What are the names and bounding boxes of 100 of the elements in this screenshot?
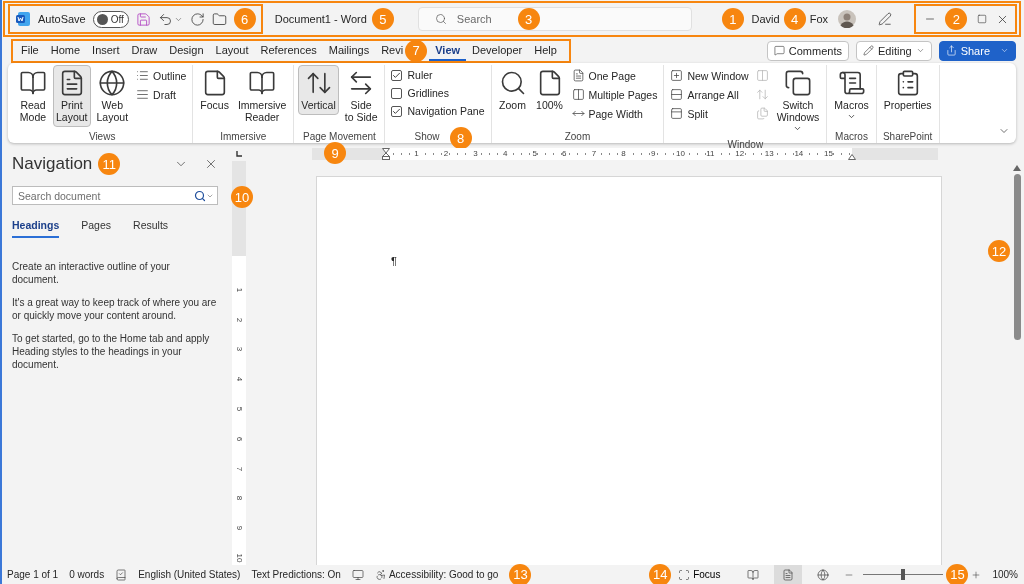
- ribbon-button[interactable]: Vertical: [298, 65, 339, 115]
- page-icon: [782, 568, 795, 581]
- search-field[interactable]: Search 3: [417, 7, 692, 31]
- checkbox[interactable]: [391, 87, 403, 99]
- search-field[interactable]: Search document: [12, 186, 218, 205]
- focus-button[interactable]: Focus: [678, 568, 721, 581]
- ribbon-tab[interactable]: Help: [528, 40, 563, 61]
- ruler-number: 5: [235, 406, 243, 412]
- word-count: 0 words: [69, 569, 105, 580]
- checkbox-label: Ruler: [407, 69, 433, 81]
- slider-thumb[interactable]: [901, 569, 906, 580]
- ribbon-tab[interactable]: Layout: [209, 40, 255, 61]
- ribbon-button[interactable]: Zoom: [495, 65, 530, 115]
- pane-tab[interactable]: Pages: [81, 219, 112, 238]
- zoom-in-button[interactable]: [971, 569, 982, 580]
- share-button[interactable]: Share: [938, 40, 1016, 61]
- ribbon-button[interactable]: Split: [668, 106, 751, 121]
- ruler-number: 1: [235, 287, 243, 292]
- pen-icon: [878, 12, 892, 26]
- comments-button[interactable]: Comments: [766, 40, 849, 61]
- pane-tab[interactable]: Headings: [12, 219, 60, 238]
- windows-icon: [784, 69, 812, 97]
- ribbon-button[interactable]: Draft: [134, 87, 189, 102]
- ribbon-button[interactable]: Side to Side: [341, 65, 381, 127]
- caret-icon: [847, 112, 856, 121]
- ribbon-button[interactable]: Page Width: [569, 106, 660, 121]
- ribbon-button[interactable]: Focus: [197, 65, 232, 115]
- ribbon-button[interactable]: New Window: [668, 68, 751, 83]
- callout-badge: 2: [945, 8, 968, 30]
- ribbon-button[interactable]: Read Mode: [16, 65, 50, 127]
- focus-icon: [678, 568, 691, 581]
- ribbon-tab[interactable]: File: [15, 40, 45, 61]
- pane-tab[interactable]: Results: [133, 219, 169, 238]
- redo-icon: [189, 11, 205, 27]
- comment-icon: [773, 45, 785, 56]
- scroll-arrows-icon: [755, 88, 769, 101]
- scrollbar-thumb[interactable]: [1013, 174, 1021, 340]
- maximize-button[interactable]: [976, 14, 987, 24]
- caret-icon: [793, 124, 803, 133]
- group-label: SharePoint: [882, 130, 933, 142]
- ruler-number: 10: [235, 553, 243, 563]
- view-button[interactable]: [774, 565, 803, 584]
- lines-icon: [136, 88, 150, 101]
- ribbon-button[interactable]: Switch Windows: [773, 65, 823, 139]
- two-pages-icon: [571, 88, 585, 101]
- ribbon-button[interactable]: Immersive Reader: [234, 65, 290, 127]
- group-label: Macros: [835, 130, 868, 142]
- ribbon-tab[interactable]: Developer: [466, 40, 529, 61]
- autosave-toggle[interactable]: Off: [92, 10, 129, 28]
- help-text: It's a great way to keep track of where you are or quickly move your content around.: [12, 296, 218, 322]
- accessibility-label: Accessibility: Good to go: [388, 569, 499, 580]
- folder-button[interactable]: [211, 11, 227, 27]
- ribbon-tab[interactable]: Insert: [86, 40, 126, 61]
- redo-button[interactable]: [189, 11, 205, 27]
- editing-button[interactable]: Editing: [856, 40, 932, 61]
- list-icon: [136, 69, 150, 82]
- zoom-percent: 100%: [992, 569, 1018, 580]
- indent-marker-icon[interactable]: [848, 153, 856, 160]
- callout-badge: 5: [371, 8, 394, 30]
- pane-title: Navigation: [12, 154, 93, 174]
- help-text: Create an interactive outline of your document.: [12, 260, 171, 286]
- ribbon-button[interactable]: Web Layout: [93, 65, 132, 127]
- new-window-icon: [670, 69, 684, 82]
- tab-selector-icon[interactable]: [236, 150, 242, 157]
- ribbon-tab[interactable]: Mailings: [322, 40, 376, 61]
- ribbon-tab[interactable]: Draw: [125, 40, 164, 61]
- ribbon-button[interactable]: Arrange All: [668, 87, 751, 102]
- ribbon-button[interactable]: 100%: [532, 65, 567, 115]
- checkbox[interactable]: [391, 105, 403, 117]
- ribbon-button[interactable]: Multiple Pages: [569, 87, 660, 102]
- stacked-windows-icon: [670, 88, 684, 101]
- ribbon-button[interactable]: Properties: [880, 65, 935, 115]
- ribbon-button[interactable]: Outline: [134, 68, 189, 83]
- group-label: Immersive: [220, 130, 267, 142]
- ribbon-tab[interactable]: References: [254, 40, 323, 61]
- checkmark-icon: [392, 70, 402, 80]
- two-pages-icon: [755, 69, 769, 82]
- ruler-number: 7: [235, 466, 243, 471]
- checkbox-label: Navigation Pane: [407, 105, 485, 117]
- ribbon-button[interactable]: One Page: [569, 68, 660, 83]
- ribbon-tab[interactable]: Design: [163, 40, 210, 61]
- share-icon: [945, 45, 957, 56]
- ribbon-button[interactable]: Print Layout: [53, 65, 91, 127]
- undo-icon: [157, 11, 173, 27]
- ribbon-button[interactable]: Macros: [831, 65, 872, 127]
- book-icon: [248, 69, 277, 97]
- undo-button[interactable]: [157, 11, 173, 27]
- checkbox[interactable]: [391, 69, 403, 81]
- search-icon: [434, 13, 447, 25]
- close-button[interactable]: [204, 157, 218, 171]
- callout-badge: 4: [783, 8, 806, 30]
- save-button[interactable]: [135, 11, 151, 27]
- pen-button[interactable]: [878, 12, 892, 26]
- scroll-up-icon[interactable]: [1013, 165, 1021, 171]
- callout-badge: 13: [509, 563, 532, 584]
- ribbon-tab[interactable]: View: [429, 40, 467, 61]
- user-name: David: [751, 13, 780, 25]
- ribbon-tab[interactable]: Home: [44, 40, 87, 61]
- indent-marker-icon[interactable]: [382, 147, 390, 160]
- group-label: Show: [414, 130, 440, 142]
